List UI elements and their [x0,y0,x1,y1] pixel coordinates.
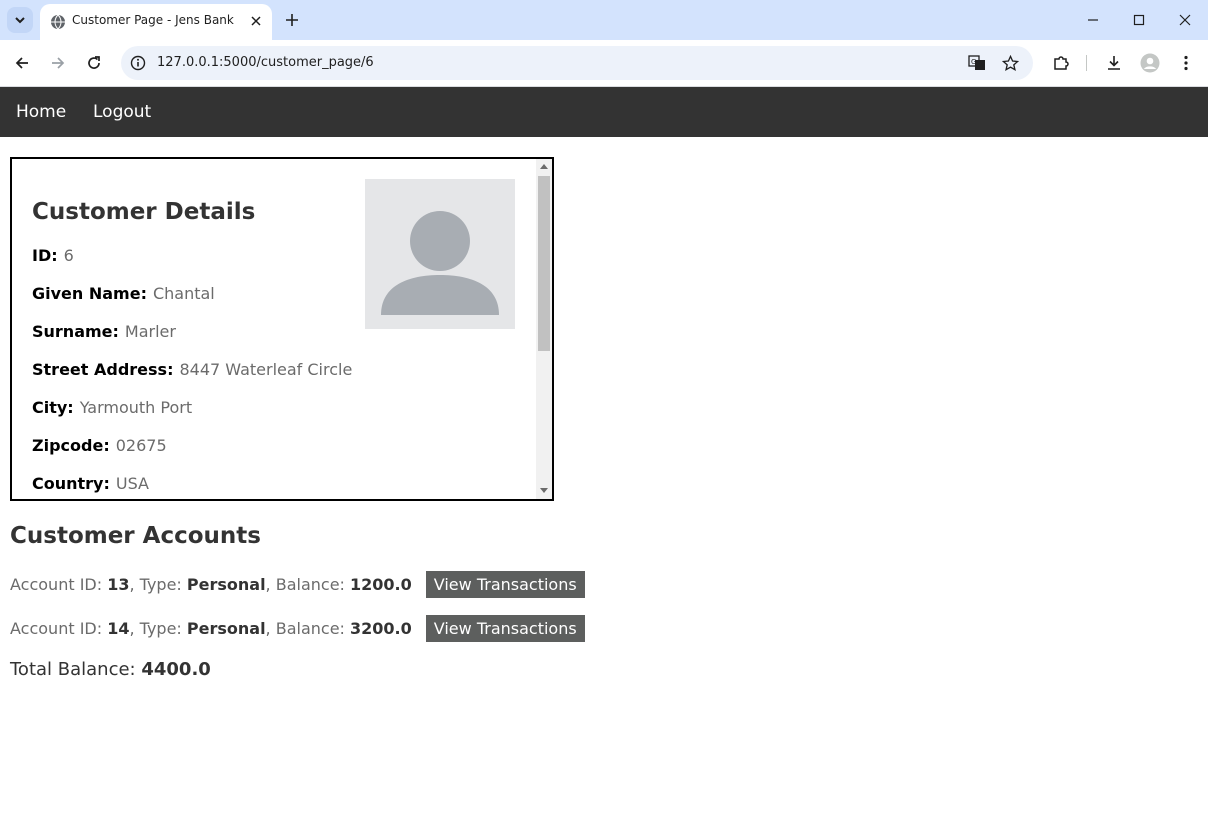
tab-search-button[interactable] [7,7,33,33]
customer-details-title: Customer Details [32,199,256,225]
detail-row-surname: Surname: Marler [32,322,176,341]
globe-icon [51,14,65,30]
total-balance: Total Balance: 4400.0 [10,659,211,680]
detail-value: 8447 Waterleaf Circle [179,360,353,379]
account-balance: 1200.0 [350,574,412,594]
maximize-icon [1133,14,1145,26]
view-transactions-button[interactable]: View Transactions [425,570,585,598]
account-balance-label: Balance: [275,618,345,638]
account-balance: 3200.0 [350,618,412,638]
arrow-right-icon [52,57,65,69]
detail-value: Chantal [152,284,215,303]
chevron-down-icon [15,17,25,24]
nav-logout-link[interactable]: Logout [93,102,151,122]
scroll-thumb[interactable] [538,176,550,351]
account-id-label: Account ID: [10,618,103,638]
account-type-label: Type: [139,618,182,638]
account-row: Account ID: 13, Type: Personal, Balance:… [10,570,585,598]
detail-label: Street Address: [32,360,174,379]
account-balance-label: Balance: [275,574,345,594]
detail-label: Given Name: [32,284,147,303]
details-scrollbar[interactable] [536,159,552,499]
forward-button[interactable] [47,52,69,74]
minimize-icon [1088,19,1098,21]
customer-details-panel[interactable]: Customer Details ID: 6 Given Name: Chantal… [10,157,554,501]
new-tab-button[interactable] [282,10,302,30]
scroll-up-arrow[interactable] [540,164,548,169]
translate-button[interactable]: G [968,54,986,72]
more-vert-icon [1184,55,1188,71]
tab-title: Customer Page - Jens Bank [72,13,234,27]
toolbar-separator [1086,55,1087,71]
maximize-button[interactable] [1129,10,1149,30]
browser-tab[interactable]: Customer Page - Jens Bank [40,4,272,40]
customer-accounts-title: Customer Accounts [10,523,261,549]
profile-button[interactable] [1139,52,1161,74]
browser-toolbar: 127.0.0.1:5000/customer_page/6 G [0,40,1208,87]
url-text: 127.0.0.1:5000/customer_page/6 [157,55,374,70]
detail-value: Yarmouth Port [79,398,193,417]
address-bar[interactable]: 127.0.0.1:5000/customer_page/6 G [121,46,1033,80]
reload-button[interactable] [83,52,105,74]
site-navbar: Home Logout [0,87,1208,137]
avatar [365,179,515,329]
view-transactions-button[interactable]: View Transactions [425,614,585,642]
downloads-button[interactable] [1103,52,1125,74]
browser-tabstrip: Customer Page - Jens Bank [0,0,1208,40]
detail-row-city: City: Yarmouth Port [32,398,192,417]
reload-icon [88,56,100,69]
detail-row-street-address: Street Address: 8447 Waterleaf Circle [32,360,352,379]
detail-label: Surname: [32,322,119,341]
plus-icon [286,14,298,26]
close-icon [251,16,261,26]
close-icon [1179,14,1191,26]
tab-close-button[interactable] [248,13,264,29]
menu-button[interactable] [1175,52,1197,74]
detail-label: ID: [32,246,58,265]
svg-text:G: G [971,58,976,66]
extensions-button[interactable] [1050,52,1072,74]
account-id-label: Account ID: [10,574,103,594]
total-balance-label: Total Balance: [10,659,136,680]
account-type-label: Type: [139,574,182,594]
back-button[interactable] [11,52,33,74]
detail-value: Marler [124,322,176,341]
star-icon [1001,54,1019,71]
detail-row-zipcode: Zipcode: 02675 [32,436,167,455]
detail-label: Country: [32,474,110,493]
site-info-button[interactable] [129,54,147,72]
detail-value: USA [115,474,149,493]
detail-label: City: [32,398,74,417]
detail-row-country: Country: USA [32,474,149,493]
account-type: Personal [186,618,266,638]
detail-row-id: ID: 6 [32,246,74,265]
user-placeholder-icon [381,211,499,315]
avatar-icon [1140,53,1160,73]
minimize-button[interactable] [1083,10,1103,30]
puzzle-icon [1054,56,1069,70]
scroll-down-arrow[interactable] [540,488,548,493]
arrow-left-icon [15,57,28,69]
total-balance-value: 4400.0 [141,659,211,680]
detail-label: Zipcode: [32,436,110,455]
account-type: Personal [186,574,266,594]
account-id: 14 [107,618,130,638]
translate-icon: G [968,55,985,70]
account-row: Account ID: 14, Type: Personal, Balance:… [10,614,585,642]
detail-value: 02675 [115,436,167,455]
close-window-button[interactable] [1175,10,1195,30]
account-id: 13 [107,574,130,594]
detail-row-given-name: Given Name: Chantal [32,284,215,303]
download-icon [1108,56,1120,70]
info-icon [130,55,146,71]
nav-home-link[interactable]: Home [16,102,66,122]
bookmark-button[interactable] [1001,54,1019,72]
detail-value: 6 [63,246,74,265]
